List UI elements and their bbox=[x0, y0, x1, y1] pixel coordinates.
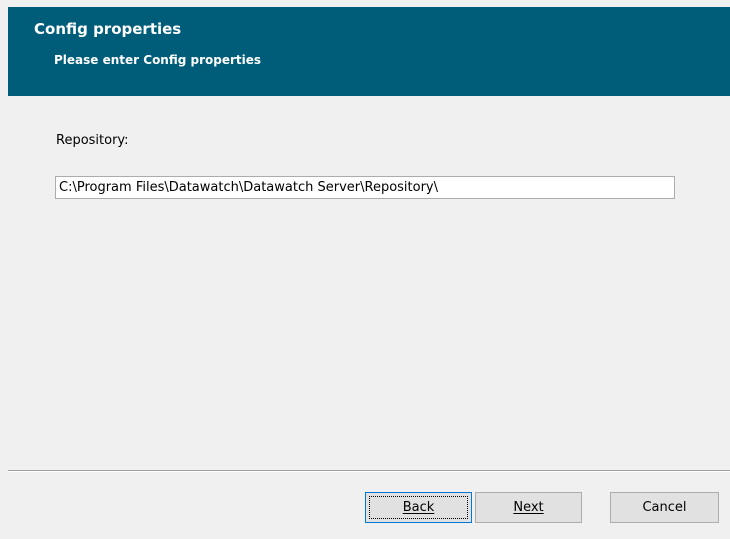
repository-path-input[interactable] bbox=[55, 176, 675, 199]
wizard-header-banner: Config properties Please enter Config pr… bbox=[8, 7, 730, 96]
repository-label: Repository: bbox=[56, 133, 129, 148]
wizard-title: Config properties bbox=[34, 20, 182, 38]
cancel-button[interactable]: Cancel bbox=[610, 492, 719, 523]
wizard-subtitle: Please enter Config properties bbox=[54, 53, 262, 67]
focus-rectangle bbox=[369, 496, 468, 519]
next-button[interactable]: Next bbox=[475, 492, 582, 523]
back-button[interactable]: Back bbox=[365, 492, 472, 523]
cancel-button-label: Cancel bbox=[642, 500, 687, 515]
footer-divider bbox=[8, 470, 730, 472]
next-button-label: Next bbox=[513, 500, 544, 515]
